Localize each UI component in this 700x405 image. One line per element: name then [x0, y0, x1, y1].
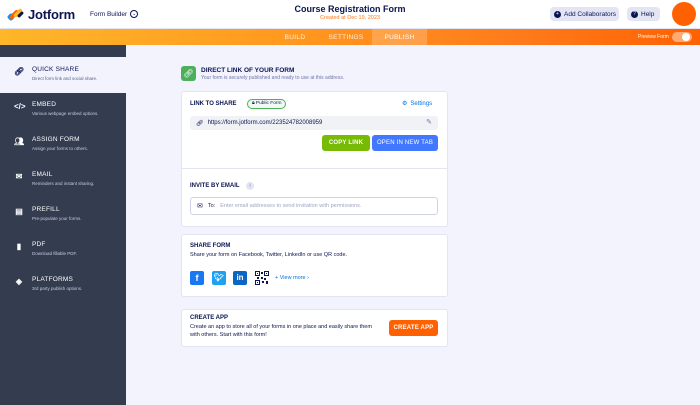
tab-build[interactable]: BUILD	[265, 29, 325, 45]
form-title-area: Course Registration Form Created at Dec …	[250, 4, 450, 21]
sidebar-item-label: PREFILL	[32, 206, 60, 213]
sidebar-item-label: EMBED	[32, 101, 57, 108]
logo-text: Jotform	[28, 6, 75, 22]
email-placeholder: Enter email addresses to send invitation…	[220, 203, 362, 209]
form-url: https://form.jotform.com/223524782008959	[207, 120, 323, 126]
code-icon: </>	[14, 102, 26, 111]
help-button[interactable]: ? Help	[627, 7, 660, 21]
invite-email-input[interactable]: ✉ To: Enter email addresses to send invi…	[190, 197, 438, 215]
help-label: Help	[641, 10, 655, 18]
qr-code-icon[interactable]	[255, 271, 269, 285]
link-settings-button[interactable]: ⚙ Settings	[402, 100, 433, 108]
envelope-icon: ✉	[15, 172, 23, 181]
direct-link-title: DIRECT LINK OF YOUR FORM	[201, 67, 295, 74]
sidebar-item-label: EMAIL	[32, 171, 53, 178]
link-to-share-label: LINK TO SHARE	[190, 101, 237, 107]
to-label: To:	[207, 203, 216, 209]
builder-nav: BUILD SETTINGS PUBLISH Preview Form	[0, 29, 700, 45]
sidebar-item-desc: Assign your forms to others.	[32, 146, 89, 151]
public-form-badge: 🔒︎ Public Form	[247, 99, 287, 109]
envelope-icon: ✉	[197, 203, 203, 210]
create-app-desc: Create an app to store all of your forms…	[190, 324, 372, 338]
add-collaborators-button[interactable]: + Add Collaborators	[550, 7, 619, 21]
jotform-logo-icon	[6, 6, 25, 22]
share-form-label: SHARE FORM	[190, 243, 231, 249]
create-app-button[interactable]: CREATE APP	[389, 320, 438, 336]
form-title[interactable]: Course Registration Form	[250, 4, 450, 14]
gear-icon: ⚙	[402, 101, 408, 107]
copy-link-button[interactable]: COPY LINK	[322, 135, 370, 151]
chevron-down-icon: ⌄	[130, 10, 139, 18]
form-builder-dropdown[interactable]: Form Builder ⌄	[90, 10, 139, 18]
sidebar-item-desc: Pre-populate your forms.	[32, 216, 82, 221]
form-builder-label: Form Builder	[90, 10, 128, 18]
sidebar-item-pdf[interactable]: ▮ PDF Download fillable PDF.	[0, 232, 126, 268]
sidebar-item-assign-form[interactable]: 👥︎ ASSIGN FORM Assign your forms to othe…	[0, 127, 126, 163]
view-more-link[interactable]: + View more ›	[275, 275, 309, 281]
jotform-logo[interactable]: Jotform	[6, 6, 75, 22]
layers-icon: ◈	[15, 277, 23, 286]
info-icon[interactable]: i	[246, 182, 254, 190]
add-collaborators-label: Add Collaborators	[564, 10, 617, 18]
tab-publish[interactable]: PUBLISH	[372, 29, 427, 45]
sidebar-item-embed[interactable]: </> EMBED Various webpage embed options.	[0, 92, 126, 128]
link-icon: 🔗︎	[196, 120, 204, 127]
users-icon: 👥︎	[14, 137, 25, 146]
facebook-icon[interactable]: f	[190, 271, 204, 285]
tab-settings[interactable]: SETTINGS	[320, 29, 372, 45]
form-created-date: Created at Dec 19, 2023	[320, 15, 380, 21]
sidebar-item-desc: 3rd party publish options.	[32, 286, 83, 291]
form-url-field[interactable]: 🔗︎ https://form.jotform.com/223524782008…	[190, 116, 438, 130]
sidebar-item-desc: Reminders and instant sharing.	[32, 181, 95, 186]
pdf-icon: ▮	[16, 242, 22, 251]
sidebar-item-desc: Direct form link and social share.	[32, 76, 98, 81]
sidebar-item-label: QUICK SHARE	[32, 66, 79, 73]
sidebar-item-quick-share[interactable]: 🔗︎ QUICK SHARE Direct form link and soci…	[0, 57, 126, 93]
sidebar-item-desc: Download fillable PDF.	[32, 251, 78, 256]
preview-form-toggle[interactable]	[672, 32, 692, 42]
link-icon: 🔗︎	[181, 66, 196, 81]
twitter-icon[interactable]: 🐦︎	[212, 271, 226, 285]
create-app-label: CREATE APP	[190, 315, 229, 321]
sidebar-item-prefill[interactable]: ▤ PREFILL Pre-populate your forms.	[0, 197, 126, 233]
preview-form-label: Preview Form	[638, 34, 669, 40]
sidebar-item-desc: Various webpage embed options.	[32, 111, 99, 116]
pencil-icon[interactable]: ✎	[426, 118, 432, 126]
public-form-badge-label: Public Form	[255, 101, 282, 106]
invite-by-email-label: INVITE BY EMAIL	[190, 183, 240, 189]
open-in-new-tab-button[interactable]: OPEN IN NEW TAB	[372, 135, 438, 151]
direct-link-subtitle: Your form is securely published and read…	[201, 75, 345, 81]
avatar[interactable]	[672, 2, 696, 26]
divider	[182, 168, 447, 169]
link-icon: 🔗︎	[14, 67, 25, 76]
sidebar-item-email[interactable]: ✉ EMAIL Reminders and instant sharing.	[0, 162, 126, 198]
linkedin-icon[interactable]: in	[233, 271, 247, 285]
sidebar-item-label: ASSIGN FORM	[32, 136, 80, 143]
top-bar: Jotform Form Builder ⌄ Course Registrati…	[0, 0, 700, 29]
settings-label: Settings	[410, 100, 433, 107]
prefill-icon: ▤	[15, 207, 23, 216]
help-icon: ?	[631, 10, 638, 18]
sidebar-item-platforms[interactable]: ◈ PLATFORMS 3rd party publish options.	[0, 267, 126, 303]
share-form-desc: Share your form on Facebook, Twitter, Li…	[190, 252, 348, 258]
sidebar-item-label: PDF	[32, 241, 46, 248]
user-plus-icon: +	[554, 10, 561, 18]
sidebar-item-label: PLATFORMS	[32, 276, 74, 283]
